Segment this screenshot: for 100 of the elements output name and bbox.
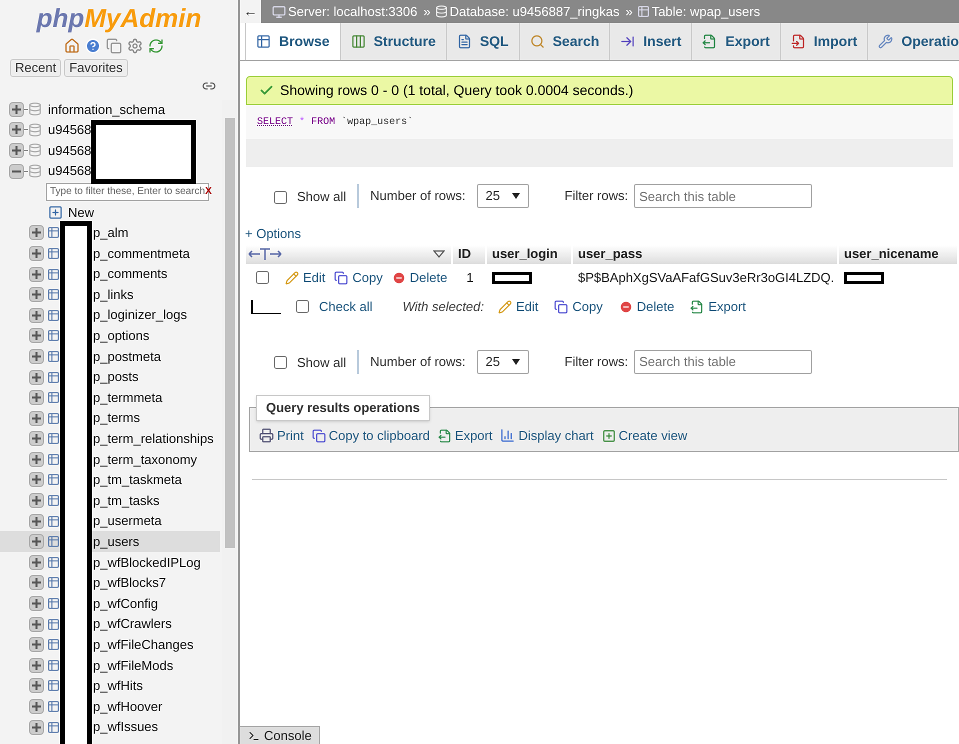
expand-button[interactable] — [29, 637, 44, 652]
tab[interactable]: Operatio — [868, 23, 959, 60]
plus-icon — [32, 578, 41, 588]
collapse-button[interactable] — [9, 164, 24, 179]
expand-button[interactable] — [9, 102, 24, 117]
wrench-icon — [878, 34, 894, 49]
clear-button[interactable]: X — [205, 184, 212, 200]
operation-link[interactable]: Display chart — [500, 426, 594, 446]
expand-button[interactable] — [29, 410, 44, 426]
expand-button[interactable] — [29, 246, 44, 261]
bulk-action-button[interactable]: Copy — [554, 296, 603, 316]
options-link[interactable]: + Options — [245, 224, 302, 244]
check-all-checkbox[interactable] — [296, 300, 309, 313]
filter-field[interactable]: Search this table — [634, 184, 812, 208]
expand-button[interactable] — [29, 554, 44, 570]
expand-button[interactable] — [29, 390, 44, 406]
nav-tab-button[interactable]: Favorites — [64, 59, 128, 77]
refresh-icon[interactable] — [148, 38, 164, 54]
table-icon — [47, 597, 60, 610]
expand-button[interactable] — [29, 616, 44, 632]
filter-field[interactable]: Search this table — [634, 350, 812, 374]
bulk-action-button[interactable]: Delete — [618, 296, 674, 316]
bulk-action-button[interactable]: Edit — [498, 296, 538, 316]
expand-button[interactable] — [29, 472, 44, 488]
search-icon — [530, 34, 545, 49]
rows-select[interactable]: 25 — [476, 184, 529, 208]
table-icon — [47, 268, 60, 281]
plus-icon — [12, 146, 21, 155]
bulk-action-button[interactable]: Export — [690, 296, 746, 316]
plus-icon — [32, 620, 41, 629]
expand-button[interactable] — [9, 122, 24, 138]
pencil-icon — [498, 300, 512, 314]
database-name[interactable]: u94568 — [48, 120, 92, 140]
tab[interactable]: Structure — [340, 23, 447, 60]
expand-button[interactable] — [9, 142, 24, 158]
settings-icon[interactable] — [127, 38, 143, 54]
expand-button[interactable] — [29, 493, 44, 508]
console-button[interactable]: Console — [240, 726, 320, 744]
check-all-label[interactable]: Check all — [319, 296, 372, 316]
expand-button[interactable] — [29, 678, 44, 694]
expand-button[interactable] — [29, 348, 44, 364]
column-header[interactable]: ID — [453, 244, 487, 264]
expand-button[interactable] — [29, 328, 44, 344]
expand-button[interactable] — [29, 452, 44, 467]
table-icon — [47, 452, 60, 466]
expand-button[interactable] — [29, 514, 44, 529]
table-name: p_wfFileMods — [93, 656, 174, 675]
breadcrumb-link[interactable]: Server: localhost:3306 — [288, 2, 418, 22]
back-button[interactable]: ← — [240, 0, 262, 23]
sort-caret-icon[interactable] — [433, 250, 445, 258]
column-header[interactable]: user_pass — [573, 244, 839, 264]
expand-button[interactable] — [29, 720, 44, 735]
nav-tab-button[interactable]: Recent — [10, 59, 62, 77]
home-icon[interactable] — [64, 38, 80, 54]
database-name[interactable]: information_schema — [48, 100, 166, 120]
breadcrumb-link[interactable]: Database: u9456887_ringkas — [450, 2, 620, 22]
breadcrumb-link[interactable]: Table: wpap_users — [652, 2, 760, 22]
expand-button[interactable] — [29, 575, 44, 590]
tab[interactable]: Export — [692, 23, 781, 60]
new-table-icon[interactable] — [48, 204, 63, 220]
new-table-link[interactable]: New — [68, 202, 94, 222]
database-name[interactable]: u94568 — [48, 161, 92, 181]
database-name[interactable]: u94568 — [48, 140, 92, 160]
tab[interactable]: Insert — [610, 23, 692, 60]
copy-icon[interactable] — [106, 38, 122, 54]
expand-button[interactable] — [29, 308, 44, 323]
operation-link[interactable]: Create view — [602, 426, 688, 446]
show-all-checkbox[interactable] — [274, 356, 287, 369]
expand-button[interactable] — [29, 534, 44, 550]
column-resize-icon[interactable] — [248, 247, 282, 261]
table-icon — [47, 638, 60, 652]
show-all-checkbox[interactable] — [274, 190, 287, 204]
operation-link[interactable]: Print — [259, 426, 304, 446]
row-checkbox[interactable] — [256, 271, 269, 284]
table-icon — [47, 556, 60, 569]
tab[interactable]: Browse — [245, 23, 341, 60]
help-icon[interactable] — [85, 38, 101, 54]
tab[interactable]: SQL — [446, 23, 520, 60]
expand-button[interactable] — [29, 699, 44, 714]
table-icon — [47, 473, 60, 486]
expand-button[interactable] — [29, 658, 44, 673]
operation-link[interactable]: Copy to clipboard — [312, 426, 430, 446]
column-header[interactable]: user_login — [487, 244, 573, 264]
tab[interactable]: Import — [780, 23, 868, 60]
expand-button[interactable] — [29, 225, 44, 240]
row-action-link[interactable]: Copy — [334, 268, 383, 288]
operation-link[interactable]: Export — [438, 426, 492, 446]
expand-button[interactable] — [29, 596, 44, 612]
row-action-link[interactable]: Delete — [392, 268, 448, 288]
expand-button[interactable] — [29, 370, 44, 385]
column-header[interactable]: user_nicename — [839, 244, 959, 264]
expand-button[interactable] — [29, 287, 44, 302]
expand-button[interactable] — [29, 431, 44, 446]
plus-icon — [32, 537, 41, 546]
rows-select[interactable]: 25 — [476, 350, 529, 374]
row-action-link[interactable]: Edit — [285, 268, 326, 288]
tab[interactable]: Search — [520, 23, 610, 60]
copy-icon — [334, 270, 348, 284]
expand-button[interactable] — [29, 266, 44, 282]
filter-field[interactable]: Type to filter these, Enter to searchX — [46, 182, 209, 201]
